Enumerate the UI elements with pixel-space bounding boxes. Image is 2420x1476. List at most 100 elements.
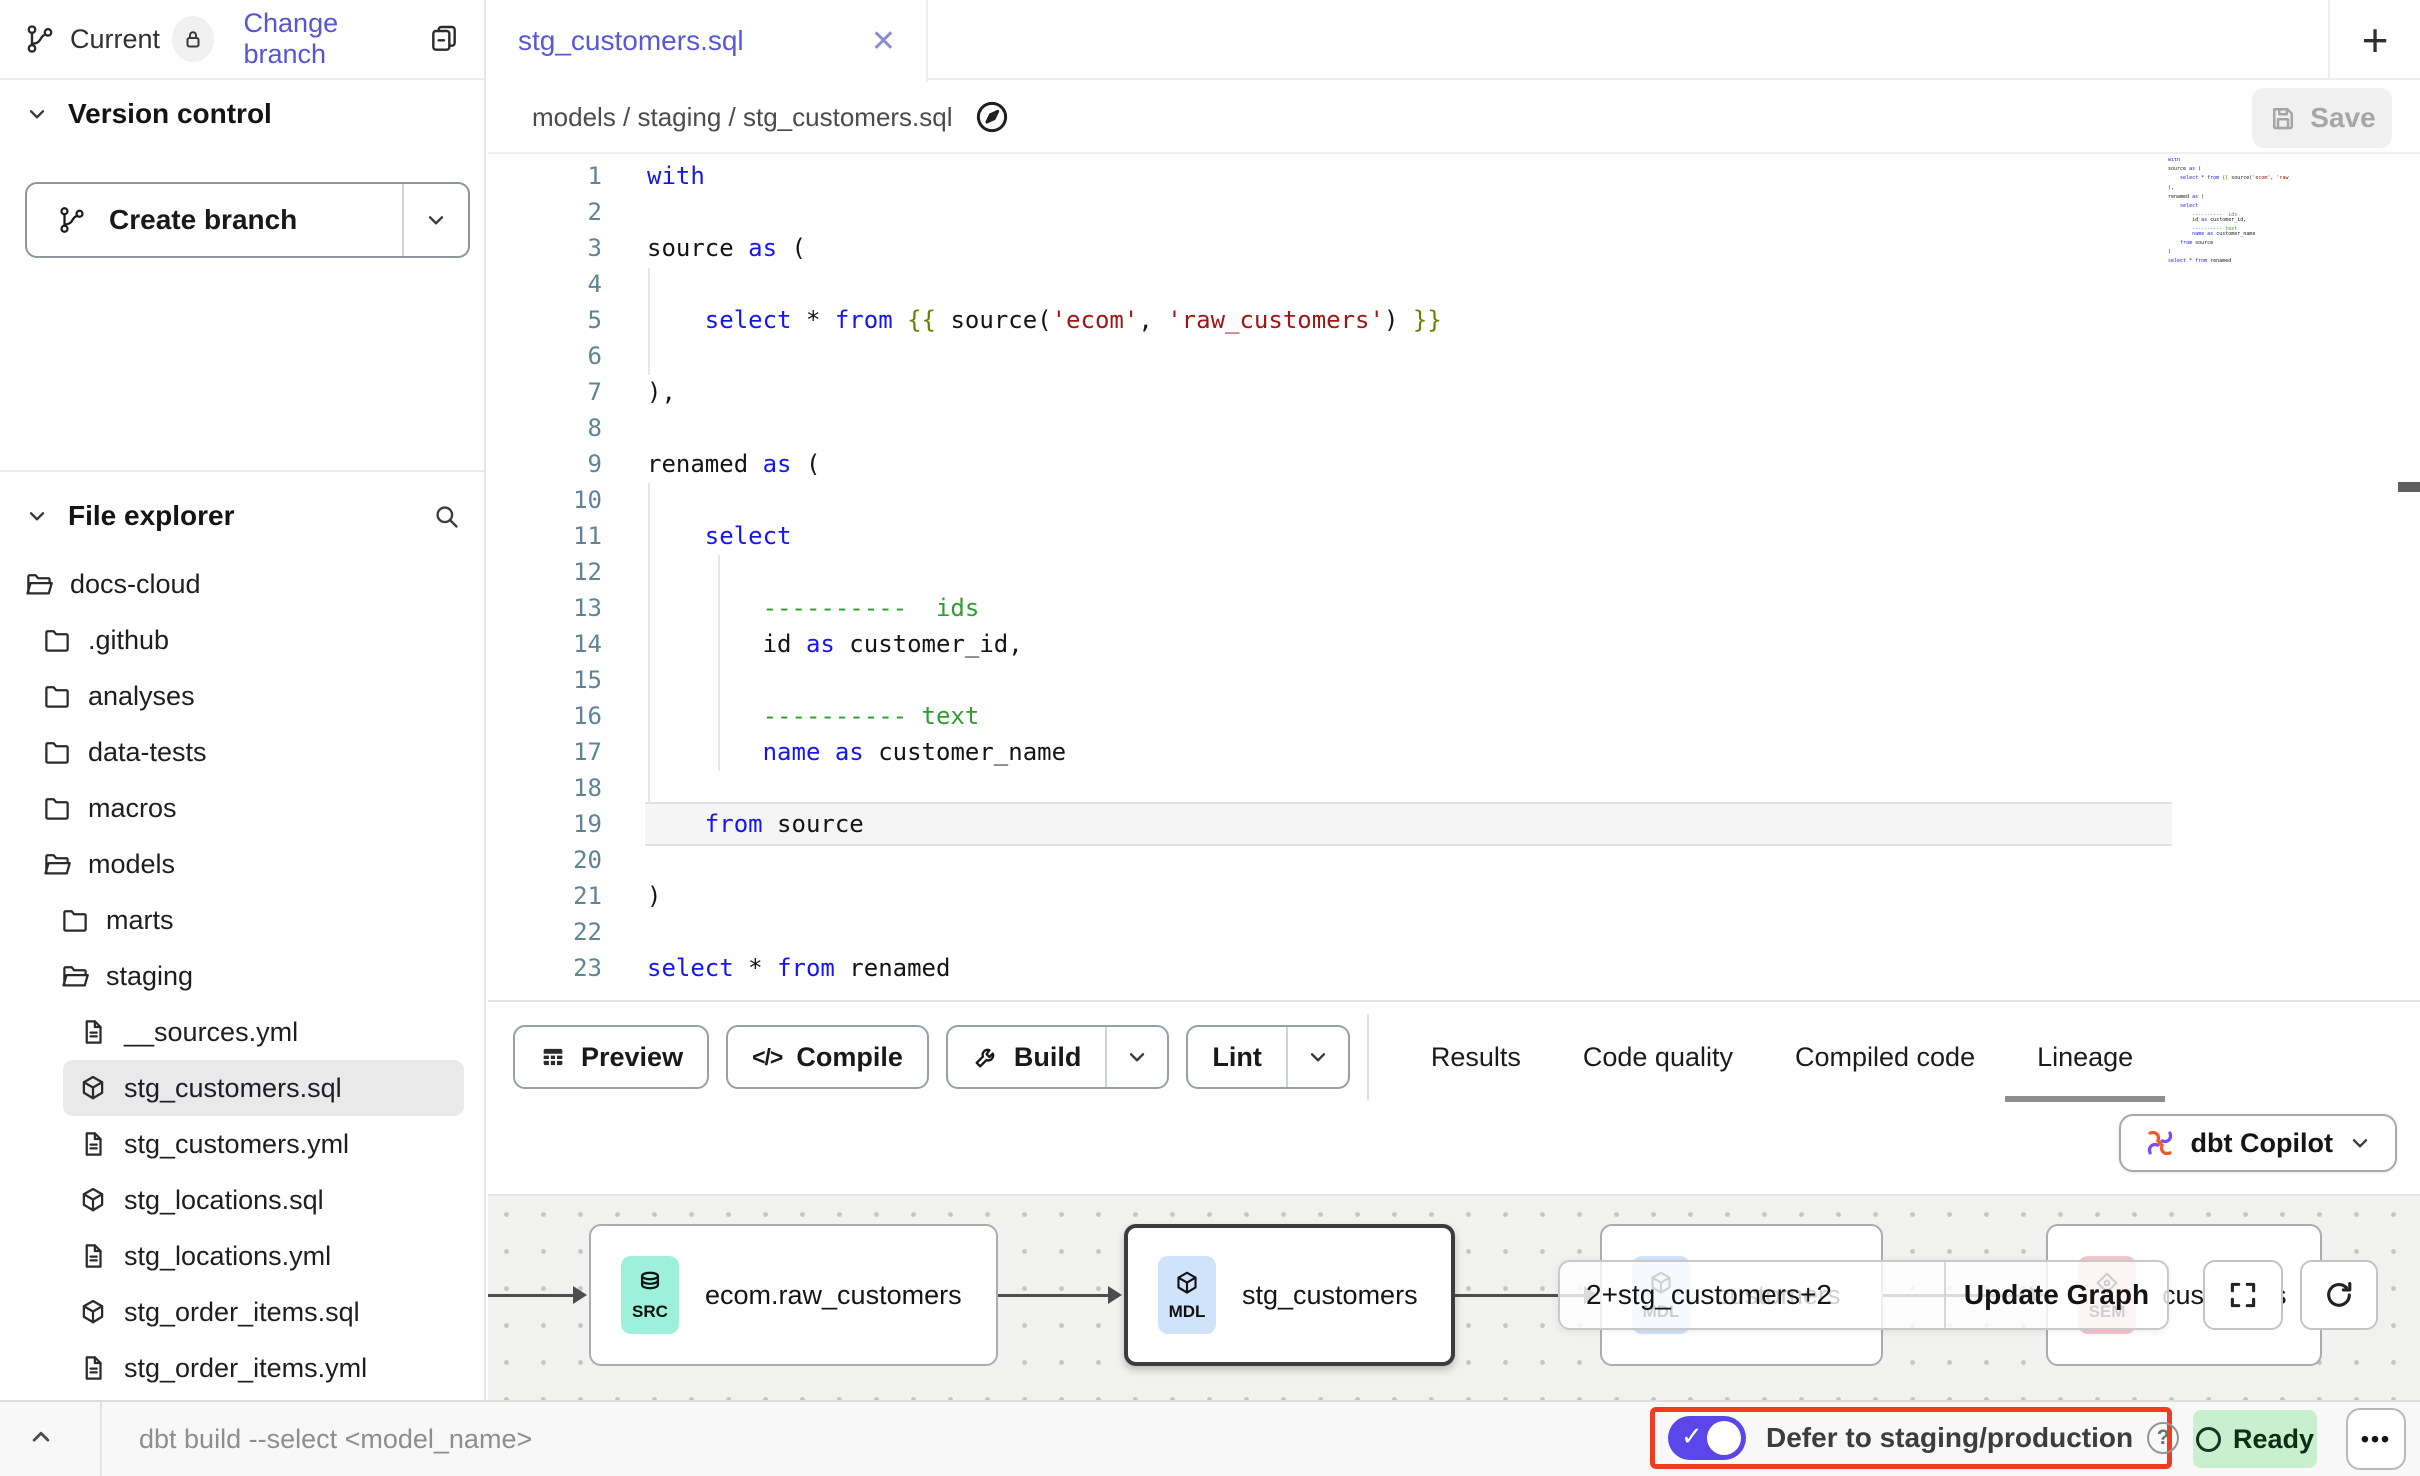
search-icon[interactable] — [432, 502, 460, 530]
lineage-canvas[interactable]: SRCecom.raw_customers MDLstg_customersMDL… — [488, 1194, 2420, 1400]
tab-code-quality[interactable]: Code quality — [1583, 1002, 1733, 1112]
fullscreen-button[interactable] — [2203, 1260, 2283, 1330]
code-line-20[interactable]: 20 — [488, 842, 2172, 878]
line-number: 7 — [488, 374, 602, 410]
file-item-stg-locations-yml[interactable]: stg_locations.yml — [0, 1228, 484, 1284]
code-line-3[interactable]: 3source as ( — [488, 230, 2172, 266]
create-branch-button[interactable]: Create branch — [25, 182, 470, 258]
file-item-stg-customers-yml[interactable]: stg_customers.yml — [0, 1116, 484, 1172]
code-editor[interactable]: 1with23source as (45 select * from {{ so… — [488, 154, 2420, 1000]
lineage-node-ecom-raw-customers[interactable]: SRCecom.raw_customers — [589, 1224, 998, 1366]
code-line-13[interactable]: 13 ---------- ids — [488, 590, 2172, 626]
plus-icon: + — [2362, 13, 2389, 67]
lineage-node-stg-customers[interactable]: MDLstg_customers — [1124, 1224, 1455, 1366]
file-item-models[interactable]: models — [0, 836, 484, 892]
line-number: 6 — [488, 338, 602, 374]
code-line-10[interactable]: 10 — [488, 482, 2172, 518]
code-line-22[interactable]: 22 — [488, 914, 2172, 950]
close-icon[interactable]: ✕ — [871, 24, 896, 59]
code-text: from source — [647, 806, 864, 842]
status-bar: dbt build --select <model_name> ✓ Defer … — [0, 1400, 2420, 1476]
lint-dropdown[interactable] — [1286, 1027, 1348, 1087]
code-line-1[interactable]: 1with — [488, 158, 2172, 194]
tab-results[interactable]: Results — [1431, 1002, 1521, 1112]
dbt-copilot-button[interactable]: dbt Copilot — [2119, 1114, 2397, 1172]
editor-tabstrip: stg_customers.sql ✕ + — [488, 0, 2420, 80]
code-line-12[interactable]: 12 — [488, 554, 2172, 590]
ready-label: Ready — [2233, 1424, 2314, 1455]
command-input[interactable]: dbt build --select <model_name> — [139, 1424, 532, 1455]
build-button[interactable]: Build — [946, 1025, 1170, 1089]
file-item-staging[interactable]: staging — [0, 948, 484, 1004]
version-control-header[interactable]: Version control — [24, 98, 272, 130]
line-number: 17 — [488, 734, 602, 770]
code-line-5[interactable]: 5 select * from {{ source('ecom', 'raw_c… — [488, 302, 2172, 338]
update-graph-button[interactable]: Update Graph — [1946, 1262, 2167, 1328]
line-number: 13 — [488, 590, 602, 626]
create-branch-dropdown[interactable] — [402, 184, 468, 256]
code-line-16[interactable]: 16 ---------- text — [488, 698, 2172, 734]
build-dropdown[interactable] — [1105, 1027, 1167, 1087]
code-line-15[interactable]: 15 — [488, 662, 2172, 698]
code-line-2[interactable]: 2 — [488, 194, 2172, 230]
file-item-analyses[interactable]: analyses — [0, 668, 484, 724]
code-line-18[interactable]: 18 — [488, 770, 2172, 806]
file-item-docs-cloud[interactable]: docs-cloud — [0, 556, 484, 612]
file-item-stg-locations-sql[interactable]: stg_locations.sql — [0, 1172, 484, 1228]
file-item-stg-customers-sql[interactable]: stg_customers.sql — [63, 1060, 464, 1116]
mdl-badge: MDL — [1158, 1256, 1216, 1334]
code-line-21[interactable]: 21) — [488, 878, 2172, 914]
refresh-button[interactable] — [2300, 1260, 2378, 1330]
save-button[interactable]: Save — [2252, 88, 2392, 148]
defer-toggle[interactable]: ✓ — [1668, 1416, 1746, 1460]
tab-stg-customers-sql[interactable]: stg_customers.sql ✕ — [488, 0, 928, 82]
folder-icon — [60, 905, 90, 935]
code-line-8[interactable]: 8 — [488, 410, 2172, 446]
change-branch-link[interactable]: Change branch — [244, 8, 410, 70]
minimap[interactable]: with source as ( select * from {{ source… — [2168, 158, 2290, 278]
code-line-19[interactable]: 19 from source — [488, 806, 2172, 842]
line-number: 19 — [488, 806, 602, 842]
scrollbar-handle[interactable] — [2398, 482, 2420, 492]
file-item-label: macros — [88, 793, 177, 824]
compile-button[interactable]: </> Compile — [726, 1025, 929, 1089]
code-line-4[interactable]: 4 — [488, 266, 2172, 302]
lint-button[interactable]: Lint — [1186, 1025, 1349, 1089]
line-number: 4 — [488, 266, 602, 302]
file-item-macros[interactable]: macros — [0, 780, 484, 836]
chevron-up-icon[interactable] — [26, 1422, 56, 1452]
sidebar: Current Change branch Version control Cr… — [0, 0, 486, 1400]
code-line-9[interactable]: 9renamed as ( — [488, 446, 2172, 482]
tab-lineage[interactable]: Lineage — [2037, 1002, 2133, 1112]
tab-compiled-code[interactable]: Compiled code — [1795, 1002, 1975, 1112]
help-icon[interactable]: ? — [2147, 1422, 2179, 1454]
code-text: ), — [647, 374, 676, 410]
db-icon — [636, 1269, 664, 1297]
folder-icon — [42, 625, 72, 655]
file-item-stg-order-items-yml[interactable]: stg_order_items.yml — [0, 1340, 484, 1396]
file-item-data-tests[interactable]: data-tests — [0, 724, 484, 780]
ready-status-badge: Ready — [2193, 1410, 2317, 1468]
file-item--github[interactable]: .github — [0, 612, 484, 668]
preview-button[interactable]: Preview — [513, 1025, 709, 1089]
create-branch-main[interactable]: Create branch — [27, 184, 402, 256]
more-options-button[interactable]: ••• — [2346, 1408, 2406, 1470]
code-line-7[interactable]: 7), — [488, 374, 2172, 410]
code-text: with — [647, 158, 705, 194]
folder-open-icon — [42, 849, 72, 879]
new-tab-button[interactable]: + — [2328, 0, 2420, 80]
git-branch-icon — [57, 205, 87, 235]
code-line-23[interactable]: 23select * from renamed — [488, 950, 2172, 986]
code-line-6[interactable]: 6 — [488, 338, 2172, 374]
copy-icon[interactable] — [428, 23, 460, 55]
file-explorer-header[interactable]: File explorer — [0, 488, 484, 544]
file-item--sources-yml[interactable]: __sources.yml — [0, 1004, 484, 1060]
code-line-17[interactable]: 17 name as customer_name — [488, 734, 2172, 770]
file-item-stg-order-items-sql[interactable]: stg_order_items.sql — [0, 1284, 484, 1340]
compass-icon[interactable] — [973, 98, 1011, 136]
chevron-down-icon — [24, 101, 50, 127]
file-item-marts[interactable]: marts — [0, 892, 484, 948]
code-line-11[interactable]: 11 select — [488, 518, 2172, 554]
code-line-14[interactable]: 14 id as customer_id, — [488, 626, 2172, 662]
lineage-selector-input[interactable]: 2+stg_customers+2 — [1560, 1262, 1944, 1328]
